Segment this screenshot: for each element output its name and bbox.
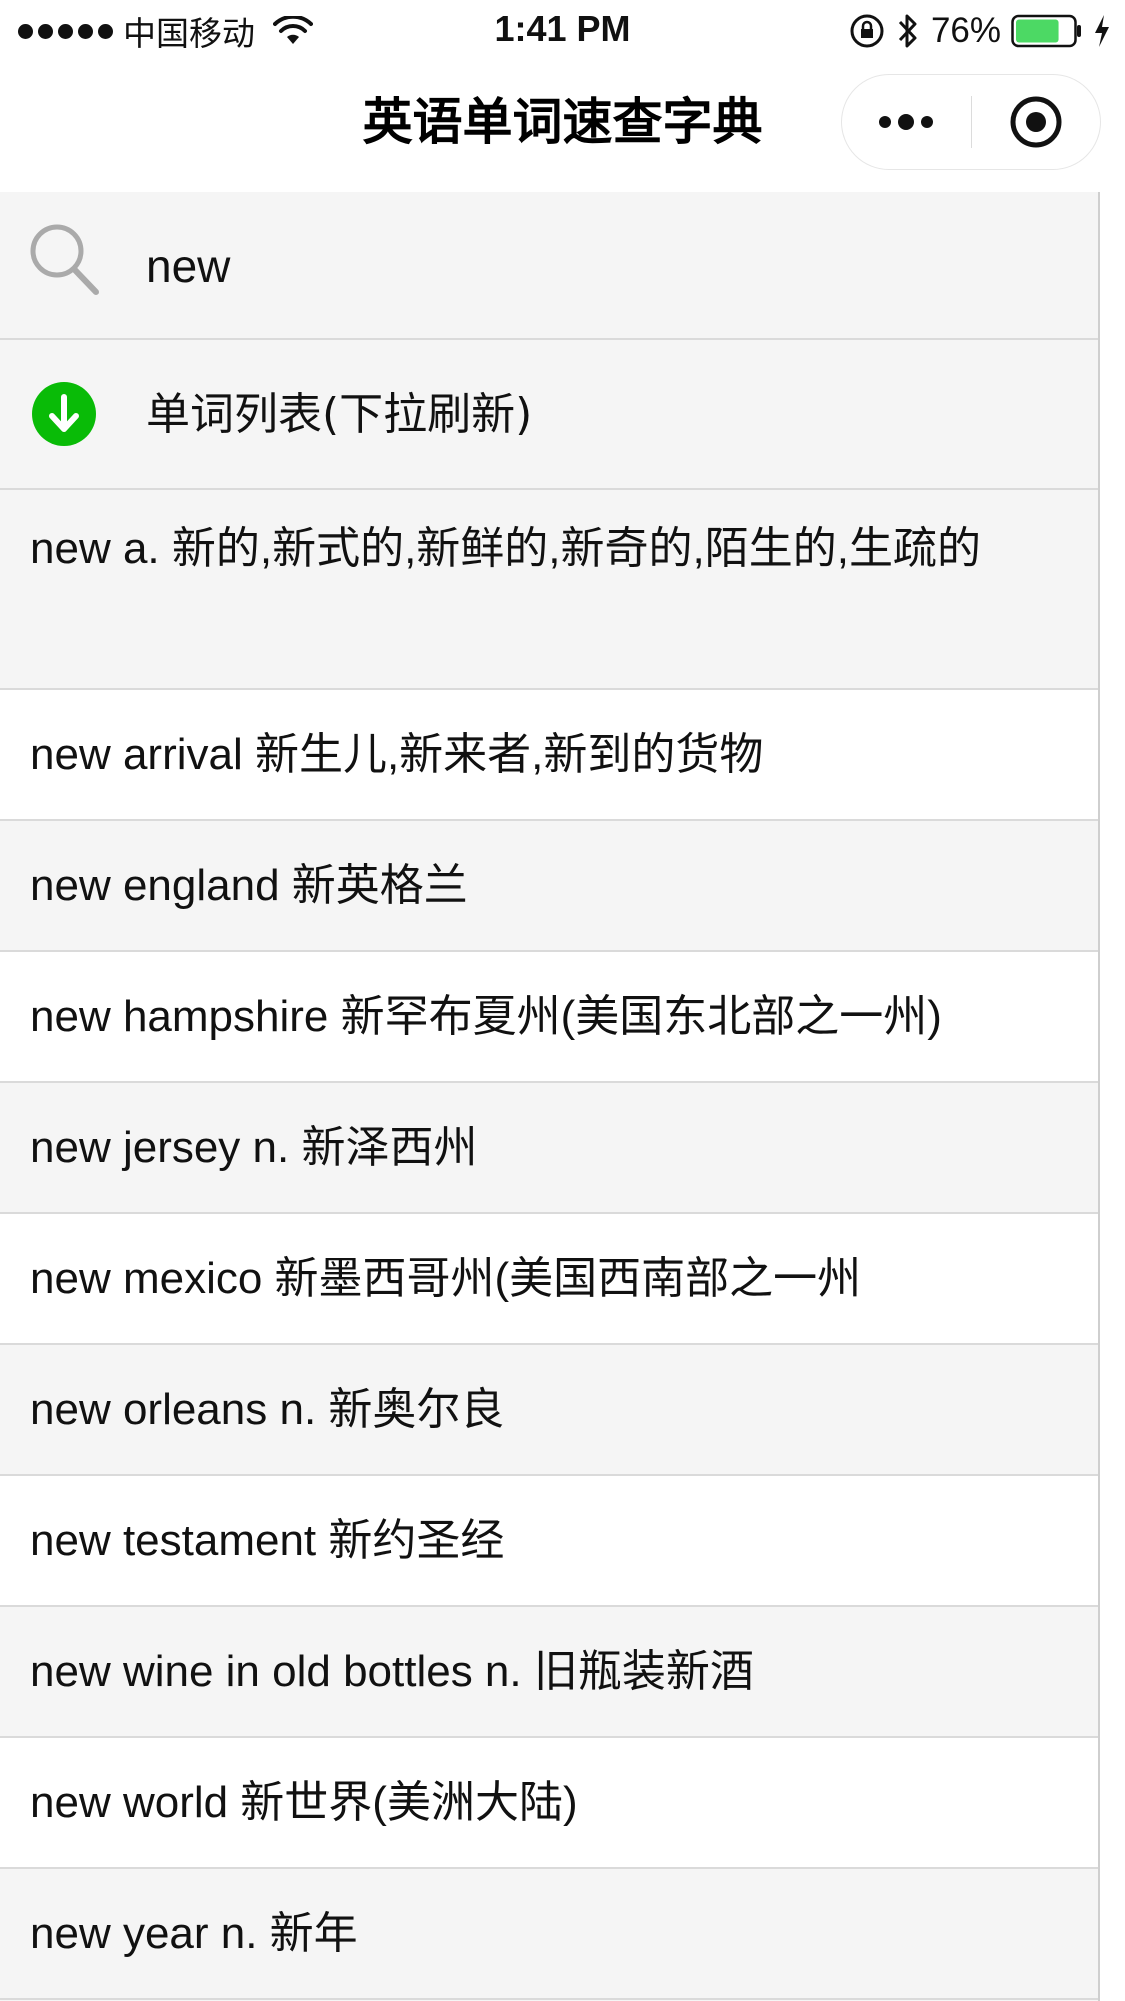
battery-percent: 76%: [930, 11, 1001, 50]
status-right: 76%: [849, 10, 1111, 52]
list-item[interactable]: new world 新世界(美洲大陆): [0, 1738, 1098, 1869]
bluetooth-icon: [898, 14, 917, 48]
nav-bar: 英语单词速查字典: [0, 62, 1125, 192]
word-text: new world 新世界(美洲大陆): [30, 1777, 578, 1827]
word-text: new arrival 新生儿,新来者,新到的货物: [30, 729, 764, 779]
search-bar: [0, 192, 1098, 340]
target-circle-icon: [1010, 96, 1062, 148]
list-item[interactable]: new jersey n. 新泽西州: [0, 1083, 1098, 1214]
orientation-lock-icon: [850, 14, 884, 48]
status-bar: 中国移动 1:41 PM 76%: [0, 0, 1125, 62]
list-item[interactable]: new arrival 新生儿,新来者,新到的货物: [0, 690, 1098, 821]
arrow-down-circle-icon: [32, 382, 96, 446]
list-item[interactable]: new wine in old bottles n. 旧瓶装新酒: [0, 1607, 1098, 1738]
list-item[interactable]: new a. 新的,新式的,新鲜的,新奇的,陌生的,生疏的: [0, 490, 1098, 690]
word-text: new testament 新约圣经: [30, 1515, 505, 1565]
more-dots-icon: [879, 114, 934, 130]
more-button[interactable]: [842, 74, 971, 170]
list-item[interactable]: new orleans n. 新奥尔良: [0, 1345, 1098, 1476]
list-item[interactable]: new mexico 新墨西哥州(美国西南部之一州: [0, 1214, 1098, 1345]
list-item[interactable]: new testament 新约圣经: [0, 1476, 1098, 1607]
word-text: new year n. 新年: [30, 1908, 358, 1958]
search-input[interactable]: [146, 226, 1046, 306]
list-item[interactable]: new england 新英格兰: [0, 821, 1098, 952]
list-header[interactable]: 单词列表(下拉刷新): [0, 340, 1098, 490]
word-text: new hampshire 新罕布夏州(美国东北部之一州): [30, 991, 942, 1041]
list-item[interactable]: new year n. 新年: [0, 1869, 1098, 2000]
charging-icon: [1095, 15, 1109, 47]
list-item[interactable]: new hampshire 新罕布夏州(美国东北部之一州): [0, 952, 1098, 1083]
main-content: 单词列表(下拉刷新) new a. 新的,新式的,新鲜的,新奇的,陌生的,生疏的…: [0, 192, 1100, 2001]
word-text: new jersey n. 新泽西州: [30, 1122, 478, 1172]
word-text: new orleans n. 新奥尔良: [30, 1384, 505, 1434]
battery-icon: [1011, 14, 1081, 48]
mini-program-capsule: [841, 74, 1101, 170]
word-text: new wine in old bottles n. 旧瓶装新酒: [30, 1646, 754, 1696]
word-text: new england 新英格兰: [30, 860, 468, 910]
word-list: new a. 新的,新式的,新鲜的,新奇的,陌生的,生疏的 new arriva…: [0, 490, 1098, 2000]
word-text: new a. 新的,新式的,新鲜的,新奇的,陌生的,生疏的: [30, 524, 981, 573]
search-icon: [30, 224, 99, 295]
word-text: new mexico 新墨西哥州(美国西南部之一州: [30, 1253, 862, 1303]
close-button[interactable]: [971, 74, 1100, 170]
list-header-label: 单词列表(下拉刷新): [146, 389, 533, 440]
app-screen: 中国移动 1:41 PM 76% 英语单词速查字典 new 单词列表(下拉刷新)…: [0, 0, 1125, 2001]
